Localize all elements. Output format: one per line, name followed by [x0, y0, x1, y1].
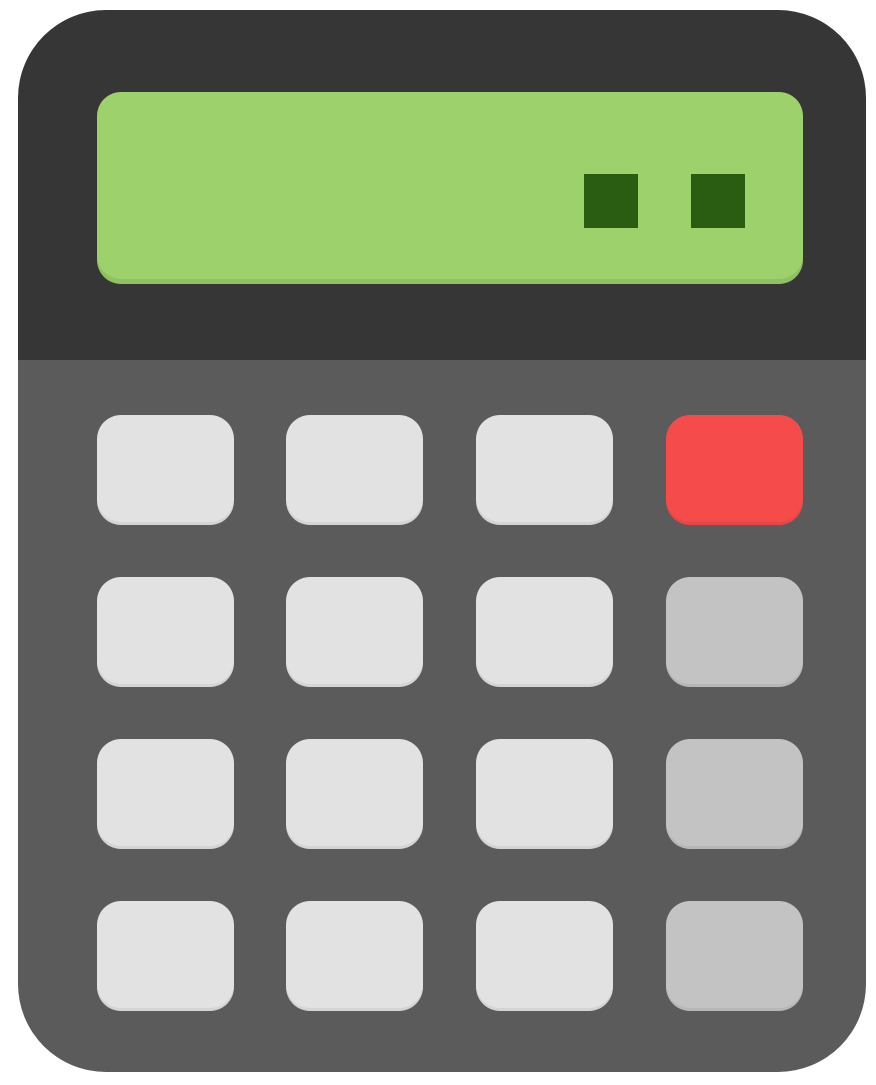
key-r1-c2[interactable]	[286, 415, 423, 525]
operator-key-3[interactable]	[666, 901, 803, 1011]
key-r2-c2[interactable]	[286, 577, 423, 687]
clear-key[interactable]	[666, 415, 803, 525]
key-r4-c2[interactable]	[286, 901, 423, 1011]
operator-key-1[interactable]	[666, 577, 803, 687]
calculator-keypad	[97, 415, 803, 1015]
page	[0, 0, 876, 1085]
display-indicator-2	[691, 174, 745, 228]
calculator-icon	[18, 10, 866, 1072]
key-r3-c1[interactable]	[97, 739, 234, 849]
key-r3-c3[interactable]	[476, 739, 613, 849]
key-r4-c1[interactable]	[97, 901, 234, 1011]
key-r1-c3[interactable]	[476, 415, 613, 525]
key-r3-c2[interactable]	[286, 739, 423, 849]
key-r4-c3[interactable]	[476, 901, 613, 1011]
operator-key-2[interactable]	[666, 739, 803, 849]
key-r1-c1[interactable]	[97, 415, 234, 525]
display-indicator-1	[584, 174, 638, 228]
key-r2-c1[interactable]	[97, 577, 234, 687]
key-r2-c3[interactable]	[476, 577, 613, 687]
calculator-display	[97, 92, 803, 284]
